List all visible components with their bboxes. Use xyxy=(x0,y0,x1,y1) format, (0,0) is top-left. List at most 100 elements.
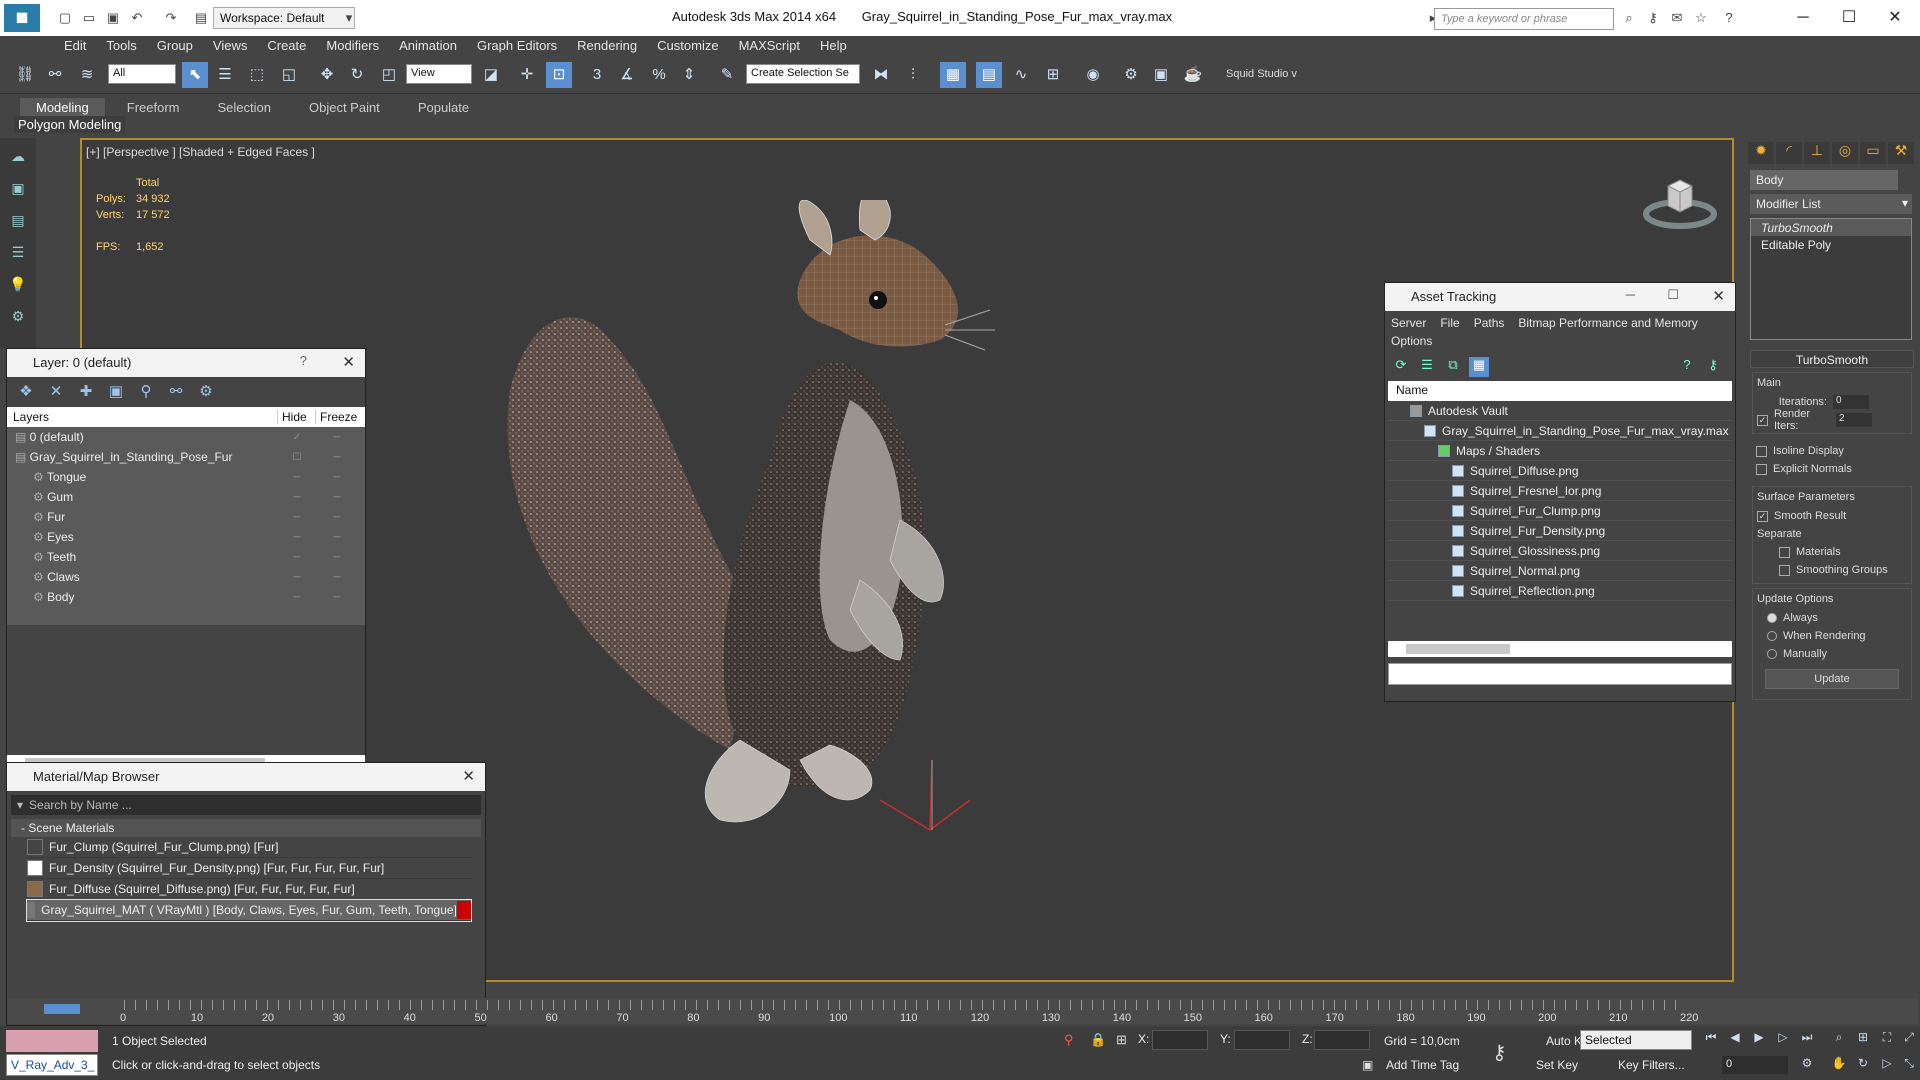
freeze-toggle[interactable]: ─ xyxy=(317,452,357,463)
edit-named-selection-icon[interactable]: ✎ xyxy=(714,62,740,88)
when-rendering-radio[interactable] xyxy=(1767,631,1777,641)
asset-name-column-header[interactable]: Name xyxy=(1388,381,1732,401)
hide-all-icon[interactable]: ⚙ xyxy=(195,382,217,402)
list-icon[interactable]: ☰ xyxy=(4,238,32,266)
layer-row[interactable]: ⚙ Body ─ ─ xyxy=(7,587,365,607)
material-item[interactable]: Fur_Clump (Squirrel_Fur_Clump.png) [Fur] xyxy=(27,837,471,858)
reference-coordinate-system[interactable]: View xyxy=(406,64,472,84)
layer-row[interactable]: ⚙ Eyes ─ ─ xyxy=(7,527,365,547)
set-key-icon[interactable]: ⚷ xyxy=(1492,1040,1507,1065)
asset-tree-row[interactable]: Squirrel_Normal.png xyxy=(1388,561,1732,581)
zoom-all-icon[interactable]: ⊞ xyxy=(1854,1030,1872,1048)
asset-horizontal-scrollbar[interactable] xyxy=(1388,641,1732,657)
scene-explorer-icon[interactable]: ▦ xyxy=(940,62,966,88)
angle-snap-icon[interactable]: ∡ xyxy=(614,62,640,88)
select-manipulate-icon[interactable]: ✛ xyxy=(514,62,540,88)
material-search-input[interactable]: ▾ Search by Name ... xyxy=(11,795,481,815)
ribbon-tab-freeform[interactable]: Freeform xyxy=(111,98,196,117)
maximize-button[interactable]: ☐ xyxy=(1826,4,1872,32)
time-slider[interactable] xyxy=(44,1004,80,1014)
unlink-icon[interactable]: ⚯ xyxy=(42,62,68,88)
key-filters-button[interactable]: Key Filters... xyxy=(1618,1058,1685,1072)
viewcube[interactable] xyxy=(1640,172,1720,232)
y-coord-field[interactable] xyxy=(1234,1030,1290,1050)
previous-frame-icon[interactable]: ◀ xyxy=(1726,1030,1744,1048)
render-iters-checkbox[interactable]: ✓ xyxy=(1757,414,1768,426)
menu-maxscript[interactable]: MAXScript xyxy=(731,36,808,56)
asset-tree-row[interactable]: Squirrel_Fur_Clump.png xyxy=(1388,501,1732,521)
redo-icon[interactable]: ↷ xyxy=(162,9,180,27)
undo-icon[interactable]: ↶ xyxy=(128,9,146,27)
hide-toggle[interactable]: ─ xyxy=(277,532,317,543)
rect-selection-icon[interactable]: ⬚ xyxy=(244,62,270,88)
menu-animation[interactable]: Animation xyxy=(391,36,465,56)
always-radio[interactable] xyxy=(1767,613,1777,623)
freeze-toggle[interactable]: ─ xyxy=(317,532,357,543)
project-folder-icon[interactable]: ▤ xyxy=(192,9,210,27)
modify-tab-icon[interactable]: ◜ xyxy=(1776,142,1802,164)
close-button[interactable]: ✕ xyxy=(1872,4,1918,32)
hierarchy-icon[interactable]: ⚙ xyxy=(4,302,32,330)
asset-tree-row[interactable]: Autodesk Vault xyxy=(1388,401,1732,421)
link-icon[interactable]: ⛓ xyxy=(12,62,38,88)
asset-menu-file[interactable]: File xyxy=(1440,314,1459,332)
go-to-start-icon[interactable]: ⏮ xyxy=(1702,1030,1720,1048)
menu-create[interactable]: Create xyxy=(259,36,314,56)
col-hide[interactable]: Hide xyxy=(277,410,315,424)
hide-toggle[interactable]: ─ xyxy=(277,492,317,503)
material-item[interactable]: Fur_Density (Squirrel_Fur_Density.png) [… xyxy=(27,858,471,879)
freeze-toggle[interactable]: ─ xyxy=(317,492,357,503)
ribbon-tab-object-paint[interactable]: Object Paint xyxy=(293,98,396,117)
help-icon[interactable]: ? xyxy=(1720,9,1738,27)
isoline-checkbox[interactable] xyxy=(1756,445,1767,457)
rendered-frame-window-icon[interactable]: ▣ xyxy=(1148,62,1174,88)
material-item[interactable]: Fur_Diffuse (Squirrel_Diffuse.png) [Fur,… xyxy=(27,879,471,900)
asset-path-field[interactable] xyxy=(1388,663,1732,685)
ribbon-panel-polygon-modeling[interactable]: Polygon Modeling xyxy=(14,116,126,133)
asset-tree-row[interactable]: Gray_Squirrel_in_Standing_Pose_Fur_max_v… xyxy=(1388,421,1732,441)
asset-menu-paths[interactable]: Paths xyxy=(1474,314,1505,332)
viewport-label[interactable]: [+] [Perspective ] [Shaded + Edged Faces… xyxy=(86,145,315,159)
add-selection-icon[interactable]: ▣ xyxy=(105,382,127,402)
favorites-icon[interactable]: ☆ xyxy=(1692,9,1710,27)
explicit-normals-checkbox[interactable] xyxy=(1756,463,1767,475)
stack-item-turbosmooth[interactable]: TurboSmooth xyxy=(1751,219,1911,236)
active-layer-check-icon[interactable]: ✓ xyxy=(277,432,317,443)
freeze-toggle[interactable]: ─ xyxy=(317,512,357,523)
key-icon[interactable]: ⚷ xyxy=(1644,9,1662,27)
schematic-view-icon[interactable]: ⊞ xyxy=(1040,62,1066,88)
modifier-list-dropdown[interactable]: Modifier List ▾ xyxy=(1750,194,1912,214)
asset-tree-row[interactable]: Squirrel_Glossiness.png xyxy=(1388,541,1732,561)
asset-menu-options[interactable]: Options xyxy=(1391,332,1432,350)
asset-menu-server[interactable]: Server xyxy=(1391,314,1426,332)
hide-toggle[interactable]: ─ xyxy=(277,592,317,603)
play-icon[interactable]: ▶ xyxy=(1750,1030,1768,1048)
freeze-toggle[interactable]: ─ xyxy=(317,552,357,563)
pivot-center-icon[interactable]: ◪ xyxy=(478,62,504,88)
select-by-name-icon[interactable]: ☰ xyxy=(212,62,238,88)
manually-radio[interactable] xyxy=(1767,649,1777,659)
stack-item-editable-poly[interactable]: Editable Poly xyxy=(1751,236,1911,253)
create-tab-icon[interactable]: ✹ xyxy=(1748,142,1774,164)
hide-toggle[interactable]: ─ xyxy=(277,552,317,563)
x-coord-field[interactable] xyxy=(1152,1030,1208,1050)
curve-editor-icon[interactable]: ∿ xyxy=(1008,62,1034,88)
tree-view-icon[interactable]: ⧉ xyxy=(1443,357,1463,377)
highlight-layer-icon[interactable]: ⚯ xyxy=(165,382,187,402)
help-icon[interactable]: ? xyxy=(1677,357,1697,377)
freeze-toggle[interactable]: ─ xyxy=(317,572,357,583)
asset-menu-bitmap-performance-and-memory[interactable]: Bitmap Performance and Memory xyxy=(1518,314,1697,332)
layer-manager-icon[interactable]: ❖ xyxy=(15,382,37,402)
col-freeze[interactable]: Freeze xyxy=(315,410,363,424)
help-icon[interactable]: ? xyxy=(300,353,307,368)
app-logo-icon[interactable]: ◼ xyxy=(4,4,40,32)
add-time-tag[interactable]: Add Time Tag xyxy=(1386,1058,1459,1072)
move-icon[interactable]: ✥ xyxy=(314,62,340,88)
z-coord-field[interactable] xyxy=(1314,1030,1370,1050)
maxscript-mini-listener[interactable]: V_Ray_Adv_3_ xyxy=(6,1054,98,1076)
mirror-icon[interactable]: ⧓ xyxy=(868,62,894,88)
squid-studio-label[interactable]: Squid Studio v xyxy=(1226,68,1297,80)
bind-space-warp-icon[interactable]: ≋ xyxy=(74,62,100,88)
layer-row[interactable]: ▤ Gray_Squirrel_in_Standing_Pose_Fur ☐ ─ xyxy=(7,447,365,467)
set-key-button[interactable]: Set Key xyxy=(1536,1058,1578,1072)
